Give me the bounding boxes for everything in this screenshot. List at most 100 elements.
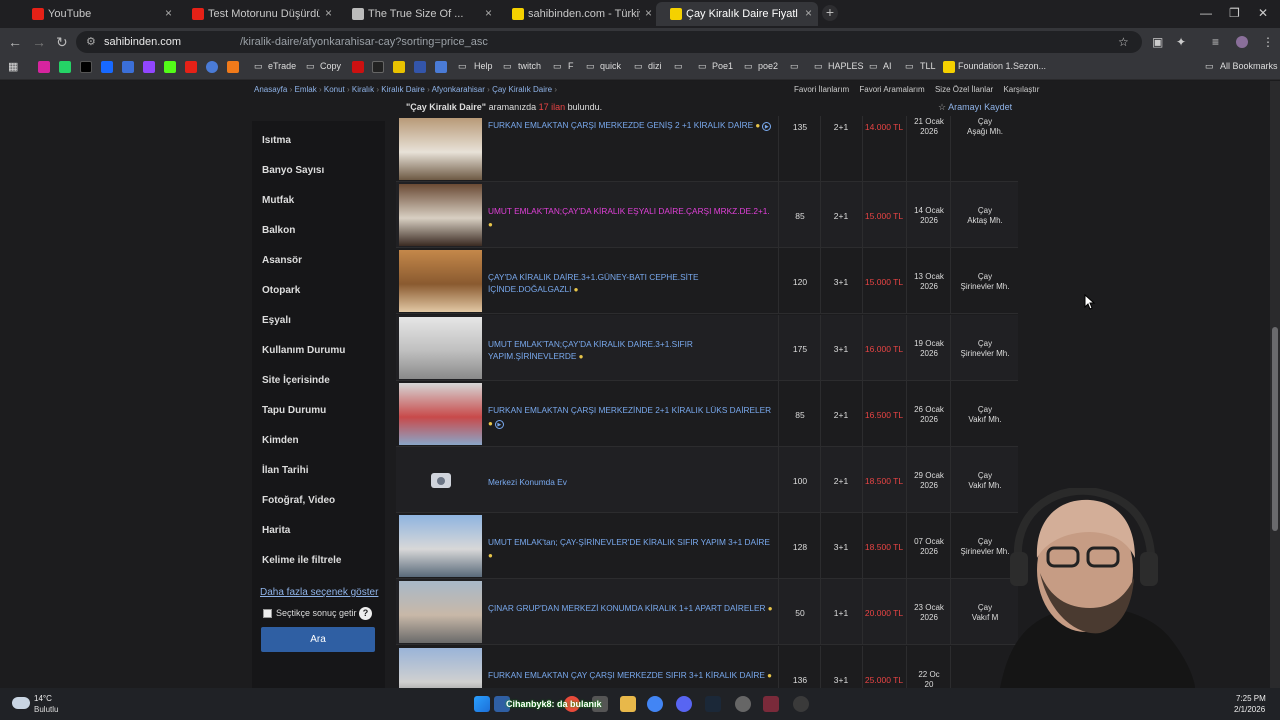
- help-icon[interactable]: ?: [359, 607, 372, 620]
- all-bookmarks[interactable]: All Bookmarks: [1220, 61, 1278, 71]
- bookmark-app-icon[interactable]: [372, 61, 384, 73]
- instagram-icon[interactable]: [38, 61, 50, 73]
- filter-item[interactable]: Kullanım Durumu: [262, 345, 345, 356]
- bookmark-app-icon[interactable]: [352, 61, 364, 73]
- listing-photo[interactable]: [399, 581, 482, 644]
- scrollbar-thumb[interactable]: [1272, 327, 1278, 531]
- start-icon[interactable]: [474, 696, 490, 712]
- filter-item[interactable]: Tapu Durumu: [262, 405, 326, 416]
- listing-row[interactable]: UMUT EMLAK'TAN;ÇAY'DA KİRALIK EŞYALI DAİ…: [396, 182, 1018, 249]
- more-options-link[interactable]: Daha fazla seçenek göster: [260, 587, 378, 598]
- twitch-app-icon[interactable]: [143, 61, 155, 73]
- bookmark-app-icon[interactable]: [414, 61, 426, 73]
- bookmark-poe2[interactable]: poe2: [758, 61, 778, 71]
- listing-title[interactable]: FURKAN EMLAKTAN ÇARŞI MERKEZDE GENİŞ 2 +…: [488, 119, 776, 132]
- filter-item[interactable]: Kelime ile filtrele: [262, 555, 341, 566]
- filter-item[interactable]: İlan Tarihi: [262, 465, 309, 476]
- filter-item[interactable]: Site İçerisinde: [262, 375, 330, 386]
- personal-listings-link[interactable]: Size Özel İlanlar: [935, 85, 993, 94]
- listing-photo[interactable]: [399, 647, 482, 688]
- filter-item[interactable]: Balkon: [262, 225, 295, 236]
- bookmark-dizi[interactable]: dizi: [648, 61, 662, 71]
- steam-icon[interactable]: [705, 696, 721, 712]
- breadcrumb-item[interactable]: Çay Kiralık Daire: [492, 85, 552, 94]
- favorite-searches-link[interactable]: Favori Aramalarım: [859, 85, 924, 94]
- youtube-icon[interactable]: [185, 61, 197, 73]
- bulk-results-checkbox[interactable]: [263, 609, 272, 618]
- breadcrumb-item[interactable]: Konut: [324, 85, 345, 94]
- file-explorer-icon[interactable]: [620, 696, 636, 712]
- filter-item[interactable]: Fotoğraf, Video: [262, 495, 335, 506]
- listing-title[interactable]: ÇINAR GRUP'DAN MERKEZİ KONUMDA KİRALIK 1…: [488, 602, 776, 615]
- puzzle-icon[interactable]: ✦: [1176, 35, 1186, 49]
- listing-photo[interactable]: [399, 118, 482, 180]
- bookmark-poe1[interactable]: Poe1: [712, 61, 733, 71]
- filter-item[interactable]: Isıtma: [262, 135, 291, 146]
- listing-title[interactable]: UMUT EMLAK'tan; ÇAY-ŞİRİNEVLER'DE KİRALI…: [488, 536, 776, 562]
- bookmark-app-icon[interactable]: [393, 61, 405, 73]
- bookmark-app-icon[interactable]: [206, 61, 218, 73]
- behance-icon[interactable]: [101, 61, 113, 73]
- bookmark-app-icon[interactable]: [227, 61, 239, 73]
- settings-icon[interactable]: [735, 696, 751, 712]
- listing-row[interactable]: UMUT EMLAK'tan; ÇAY-ŞİRİNEVLER'DE KİRALI…: [396, 513, 1018, 580]
- listing-photo[interactable]: [399, 184, 482, 247]
- breadcrumb-item[interactable]: Kiralık: [352, 85, 374, 94]
- tab-cay-kiralik[interactable]: Çay Kiralık Daire Fiyatları ve Kir ×: [656, 2, 818, 26]
- listing-title[interactable]: Merkezi Konumda Ev: [488, 476, 776, 488]
- profile-avatar[interactable]: [1236, 36, 1248, 48]
- listing-title[interactable]: FURKAN EMLAKTAN ÇARŞI MERKEZİNDE 2+1 KİR…: [488, 404, 776, 430]
- favorite-listings-link[interactable]: Favori İlanlarım: [794, 85, 849, 94]
- breadcrumb-item[interactable]: Kiralık Daire: [381, 85, 425, 94]
- listing-photo[interactable]: [399, 382, 482, 445]
- listing-title[interactable]: ÇAY'DA KİRALIK DAİRE.3+1.GÜNEY-BATI CEPH…: [488, 271, 776, 296]
- minimize-icon[interactable]: —: [1200, 6, 1212, 20]
- window-close-icon[interactable]: ✕: [1258, 6, 1268, 20]
- tab-youtube[interactable]: YouTube ×: [18, 2, 178, 26]
- weather-description[interactable]: Bulutlu: [34, 705, 58, 714]
- close-icon[interactable]: ×: [805, 6, 812, 20]
- close-icon[interactable]: ×: [325, 6, 332, 20]
- filter-item[interactable]: Kimden: [262, 435, 299, 446]
- tab-true-size[interactable]: The True Size Of ... ×: [338, 2, 498, 26]
- video-play-icon[interactable]: ▶: [762, 122, 772, 131]
- bookmark-copy[interactable]: Copy: [320, 61, 341, 71]
- obs-icon[interactable]: [763, 696, 779, 712]
- save-search-button[interactable]: ☆ Aramayı Kaydet: [938, 102, 1012, 113]
- forward-icon[interactable]: →: [32, 34, 46, 50]
- site-info-icon[interactable]: ⚙: [86, 35, 98, 48]
- chrome-icon[interactable]: [647, 696, 663, 712]
- whatsapp-icon[interactable]: [59, 61, 71, 73]
- menu-icon[interactable]: ⋮: [1262, 35, 1274, 49]
- back-icon[interactable]: ←: [8, 34, 22, 50]
- clock-time[interactable]: 7:25 PM: [1236, 694, 1266, 703]
- listing-title[interactable]: FURKAN EMLAKTAN ÇAY ÇARŞI MERKEZDE SIFIR…: [488, 669, 776, 682]
- listing-photo[interactable]: [399, 515, 482, 578]
- bookmark-app-icon[interactable]: [435, 61, 447, 73]
- extension-icon[interactable]: ▣: [1152, 35, 1163, 49]
- listing-title[interactable]: UMUT EMLAK'TAN;ÇAY'DA KİRALIK DAİRE.3+1.…: [488, 338, 776, 363]
- close-icon[interactable]: ×: [485, 6, 492, 20]
- bookmark-help[interactable]: Help: [474, 61, 493, 71]
- page-scrollbar[interactable]: [1270, 81, 1280, 688]
- filter-item[interactable]: Banyo Sayısı: [262, 165, 324, 176]
- weather-temperature[interactable]: 14°C: [34, 694, 52, 703]
- filter-item[interactable]: Mutfak: [262, 195, 294, 206]
- bookmark-star-icon[interactable]: ☆: [1118, 35, 1129, 49]
- filter-item[interactable]: Otopark: [262, 285, 300, 296]
- bookmark-etrade[interactable]: eTrade: [268, 61, 296, 71]
- filter-item[interactable]: Harita: [262, 525, 290, 536]
- media-icon[interactable]: ≡: [1212, 35, 1219, 49]
- listing-row[interactable]: FURKAN EMLAKTAN ÇARŞI MERKEZİNDE 2+1 KİR…: [396, 380, 1018, 447]
- x-icon[interactable]: [80, 61, 92, 73]
- listing-row[interactable]: Merkezi Konumda Ev 100 2+1 18.500 TL 29 Ocak…: [396, 447, 1018, 513]
- bookmark-ai[interactable]: AI: [883, 61, 892, 71]
- listing-row[interactable]: UMUT EMLAK'TAN;ÇAY'DA KİRALIK DAİRE.3+1.…: [396, 314, 1018, 381]
- listing-title[interactable]: UMUT EMLAK'TAN;ÇAY'DA KİRALIK EŞYALI DAİ…: [488, 205, 776, 231]
- no-photo-placeholder[interactable]: [399, 449, 482, 511]
- bookmark-haples[interactable]: HAPLES: [828, 61, 864, 71]
- close-icon[interactable]: ×: [645, 6, 652, 20]
- breadcrumb-item[interactable]: Afyonkarahisar: [432, 85, 485, 94]
- filter-item[interactable]: Asansör: [262, 255, 302, 266]
- clock-date[interactable]: 2/1/2026: [1234, 705, 1265, 714]
